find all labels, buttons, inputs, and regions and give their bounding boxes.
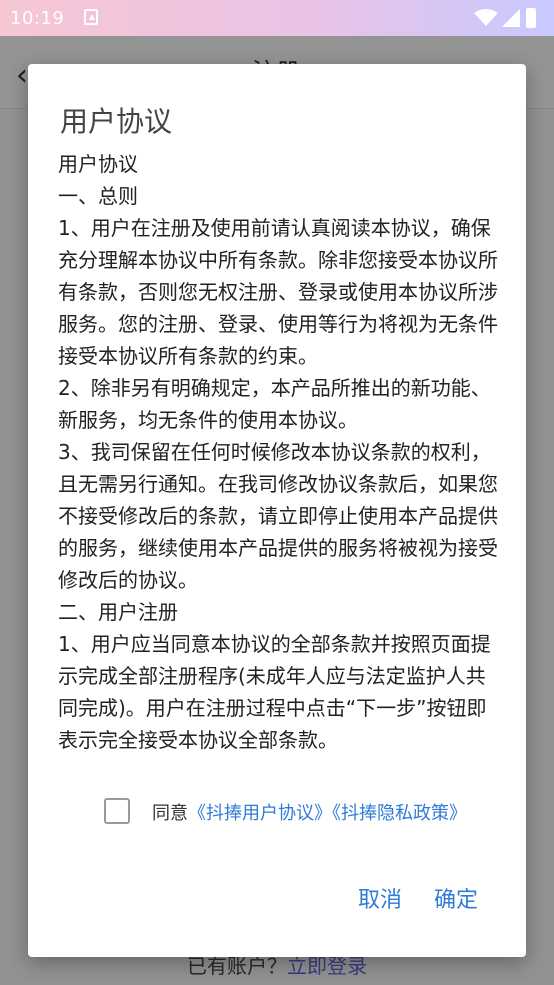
- status-bar: 10:19: [0, 0, 554, 36]
- confirm-button[interactable]: 确定: [434, 882, 478, 914]
- notification-icon: [84, 9, 98, 25]
- agreement-paragraph: 2、除非另有明确规定，本产品所推出的新功能、新服务，均无条件的使用本协议。: [58, 376, 491, 432]
- cancel-button[interactable]: 取消: [358, 882, 402, 914]
- agreement-paragraph: 用户协议: [58, 152, 138, 176]
- agreement-text-scroll[interactable]: 用户协议 一、总则 1、用户在注册及使用前请认真阅读本协议，确保充分理解本协议中…: [58, 148, 498, 764]
- agree-text: 同意《抖捧用户协议》《抖捧隐私政策》: [152, 799, 467, 825]
- agreement-paragraph: 二、用户注册: [58, 600, 178, 624]
- agreement-paragraph: 1、用户应当同意本协议的全部条款并按照页面提示完成全部注册程序(未成年人应与法定…: [58, 632, 491, 752]
- agreement-paragraph: 3、我司保留在任何时候修改本协议条款的权利，且无需另行通知。在我司修改协议条款后…: [58, 440, 498, 592]
- agreement-dialog: 用户协议 用户协议 一、总则 1、用户在注册及使用前请认真阅读本协议，确保充分理…: [28, 64, 526, 957]
- status-time: 10:19: [10, 8, 65, 29]
- signal-icon: [502, 9, 520, 27]
- agreement-paragraph: 1、用户在注册及使用前请认真阅读本协议，确保充分理解本协议中所有条款。除非您接受…: [58, 216, 498, 368]
- agree-prefix: 同意: [152, 803, 188, 824]
- privacy-policy-link[interactable]: 《抖捧隐私政策》: [332, 803, 467, 824]
- agree-checkbox[interactable]: [104, 798, 130, 824]
- dialog-title: 用户协议: [60, 105, 173, 138]
- wifi-icon: [474, 9, 498, 26]
- battery-icon: [526, 8, 536, 28]
- user-agreement-link[interactable]: 《抖捧用户协议》: [188, 803, 332, 824]
- agreement-paragraph: 一、总则: [58, 184, 138, 208]
